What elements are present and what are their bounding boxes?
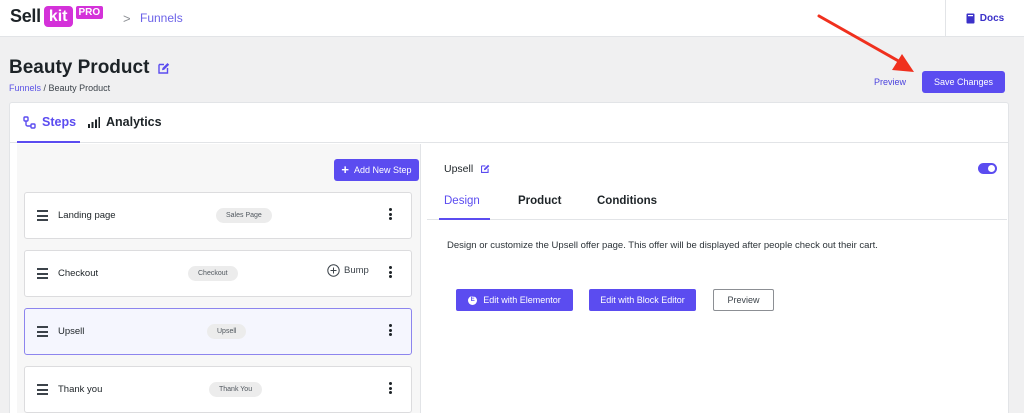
step-card-upsell[interactable]: Upsell Upsell bbox=[24, 308, 412, 355]
main-tabs: Steps Analytics bbox=[10, 103, 1008, 143]
step-title: Upsell bbox=[444, 163, 490, 175]
docs-label: Docs bbox=[979, 13, 1005, 24]
elementor-icon: E bbox=[468, 295, 478, 305]
breadcrumb-funnels-link[interactable]: Funnels bbox=[9, 83, 41, 93]
add-new-step-label: Add New Step bbox=[354, 165, 412, 175]
analytics-icon bbox=[88, 116, 100, 128]
step-name: Thank you bbox=[58, 384, 103, 395]
tab-analytics[interactable]: Analytics bbox=[87, 115, 162, 129]
more-vertical-icon[interactable] bbox=[387, 324, 393, 340]
tab-steps-label: Steps bbox=[42, 115, 77, 129]
tab-analytics-label: Analytics bbox=[106, 115, 162, 129]
preview-button[interactable]: Preview bbox=[713, 289, 774, 311]
edit-with-elementor-label: Edit with Elementor bbox=[483, 295, 561, 305]
step-name: Upsell bbox=[58, 326, 85, 337]
save-changes-button[interactable]: Save Changes bbox=[922, 71, 1005, 93]
sub-tabs-divider bbox=[427, 219, 1007, 220]
step-title-text: Upsell bbox=[444, 163, 474, 175]
logo-pro-badge: PRO bbox=[75, 6, 104, 19]
active-subtab-indicator bbox=[439, 218, 490, 220]
page-title-text: Beauty Product bbox=[9, 57, 150, 78]
plus-icon: + bbox=[341, 162, 350, 177]
breadcrumb-current: Beauty Product bbox=[48, 83, 111, 93]
step-name: Landing page bbox=[58, 210, 116, 221]
top-breadcrumb-separator: > bbox=[123, 11, 131, 26]
edit-icon[interactable] bbox=[480, 164, 490, 174]
step-type-badge: Checkout bbox=[188, 266, 238, 281]
page-title: Beauty Product bbox=[9, 57, 170, 79]
edit-with-elementor-button[interactable]: E Edit with Elementor bbox=[456, 289, 573, 311]
drag-handle-icon[interactable] bbox=[37, 268, 48, 279]
step-type-badge: Upsell bbox=[207, 324, 247, 339]
top-bar: Sell kit PRO > Funnels Docs bbox=[0, 0, 1024, 37]
book-icon bbox=[966, 13, 975, 24]
drag-handle-icon[interactable] bbox=[37, 384, 48, 395]
steps-list-panel: + Add New Step Landing page Sales Page C… bbox=[17, 144, 421, 413]
step-type-badge: Sales Page bbox=[216, 208, 272, 223]
step-card-landing-page[interactable]: Landing page Sales Page bbox=[24, 192, 412, 239]
drag-handle-icon[interactable] bbox=[37, 210, 48, 221]
breadcrumb: Funnels / Beauty Product bbox=[9, 83, 110, 93]
step-detail-panel: Upsell Design Product Conditions Design … bbox=[427, 144, 1007, 413]
sellkit-logo[interactable]: Sell kit PRO bbox=[10, 6, 104, 27]
steps-icon bbox=[23, 115, 36, 129]
edit-icon[interactable] bbox=[157, 62, 170, 75]
bump-label: Bump bbox=[344, 265, 369, 276]
docs-link[interactable]: Docs bbox=[945, 0, 1024, 37]
step-name: Checkout bbox=[58, 268, 99, 279]
top-breadcrumb-funnels[interactable]: Funnels bbox=[140, 11, 183, 25]
step-card-checkout[interactable]: Checkout Checkout Bump bbox=[24, 250, 412, 297]
add-new-step-button[interactable]: + Add New Step bbox=[334, 159, 419, 181]
tab-product[interactable]: Product bbox=[518, 195, 561, 207]
step-type-badge: Thank You bbox=[209, 382, 263, 397]
logo-sell: Sell bbox=[10, 6, 41, 26]
tab-design[interactable]: Design bbox=[444, 195, 480, 207]
breadcrumb-separator: / bbox=[41, 83, 49, 93]
active-tab-indicator bbox=[17, 141, 80, 143]
drag-handle-icon[interactable] bbox=[37, 326, 48, 337]
add-circle-icon bbox=[327, 264, 340, 277]
funnel-editor-panel: Steps Analytics + Add New Step Landing p… bbox=[9, 102, 1009, 413]
tab-conditions[interactable]: Conditions bbox=[597, 195, 657, 207]
edit-with-block-editor-button[interactable]: Edit with Block Editor bbox=[589, 289, 696, 311]
more-vertical-icon[interactable] bbox=[387, 266, 393, 282]
more-vertical-icon[interactable] bbox=[387, 208, 393, 224]
step-card-thank-you[interactable]: Thank you Thank You bbox=[24, 366, 412, 413]
step-enabled-toggle[interactable] bbox=[978, 163, 997, 174]
add-bump-button[interactable]: Bump bbox=[327, 264, 369, 277]
design-description: Design or customize the Upsell offer pag… bbox=[447, 240, 878, 251]
logo-kit: kit bbox=[43, 6, 73, 27]
more-vertical-icon[interactable] bbox=[387, 382, 393, 398]
tab-steps[interactable]: Steps bbox=[23, 115, 76, 129]
preview-link[interactable]: Preview bbox=[874, 77, 906, 87]
